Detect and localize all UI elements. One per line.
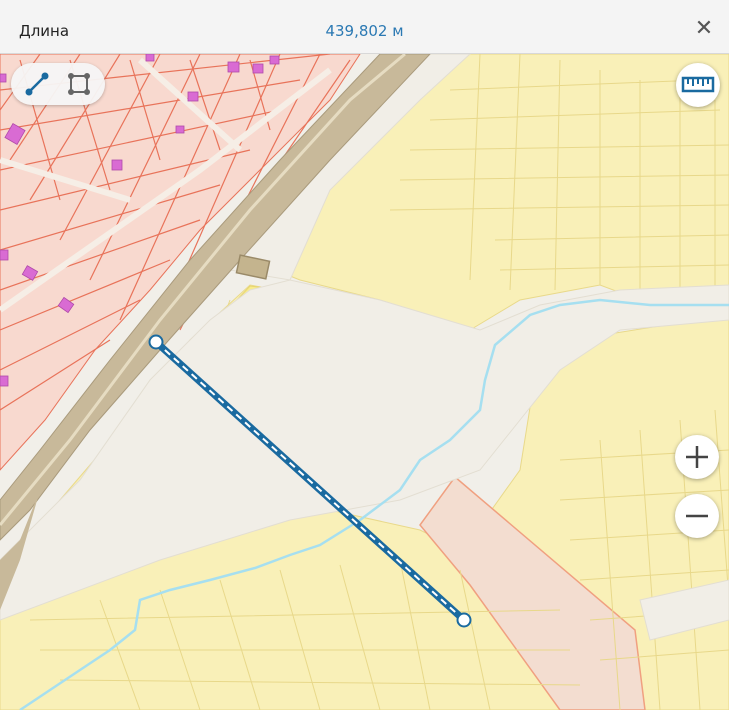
line-measure-icon[interactable]	[21, 68, 53, 100]
measure-bar: Длина 439,802 м ✕	[0, 0, 729, 54]
measure-end-point[interactable]	[456, 612, 472, 628]
ruler-icon	[681, 76, 715, 93]
minus-icon	[686, 514, 708, 518]
measure-title: Длина	[19, 22, 70, 40]
map-canvas[interactable]	[0, 54, 729, 710]
plus-icon	[686, 446, 708, 468]
area-measure-icon[interactable]	[63, 68, 95, 100]
ruler-button[interactable]	[676, 63, 720, 107]
zoom-out-button[interactable]	[675, 494, 719, 538]
close-icon[interactable]: ✕	[691, 16, 717, 42]
measure-length-value: 439,802 м	[325, 22, 404, 40]
measure-tool-group	[11, 63, 105, 105]
zoom-in-button[interactable]	[675, 435, 719, 479]
measure-start-point[interactable]	[148, 334, 164, 350]
